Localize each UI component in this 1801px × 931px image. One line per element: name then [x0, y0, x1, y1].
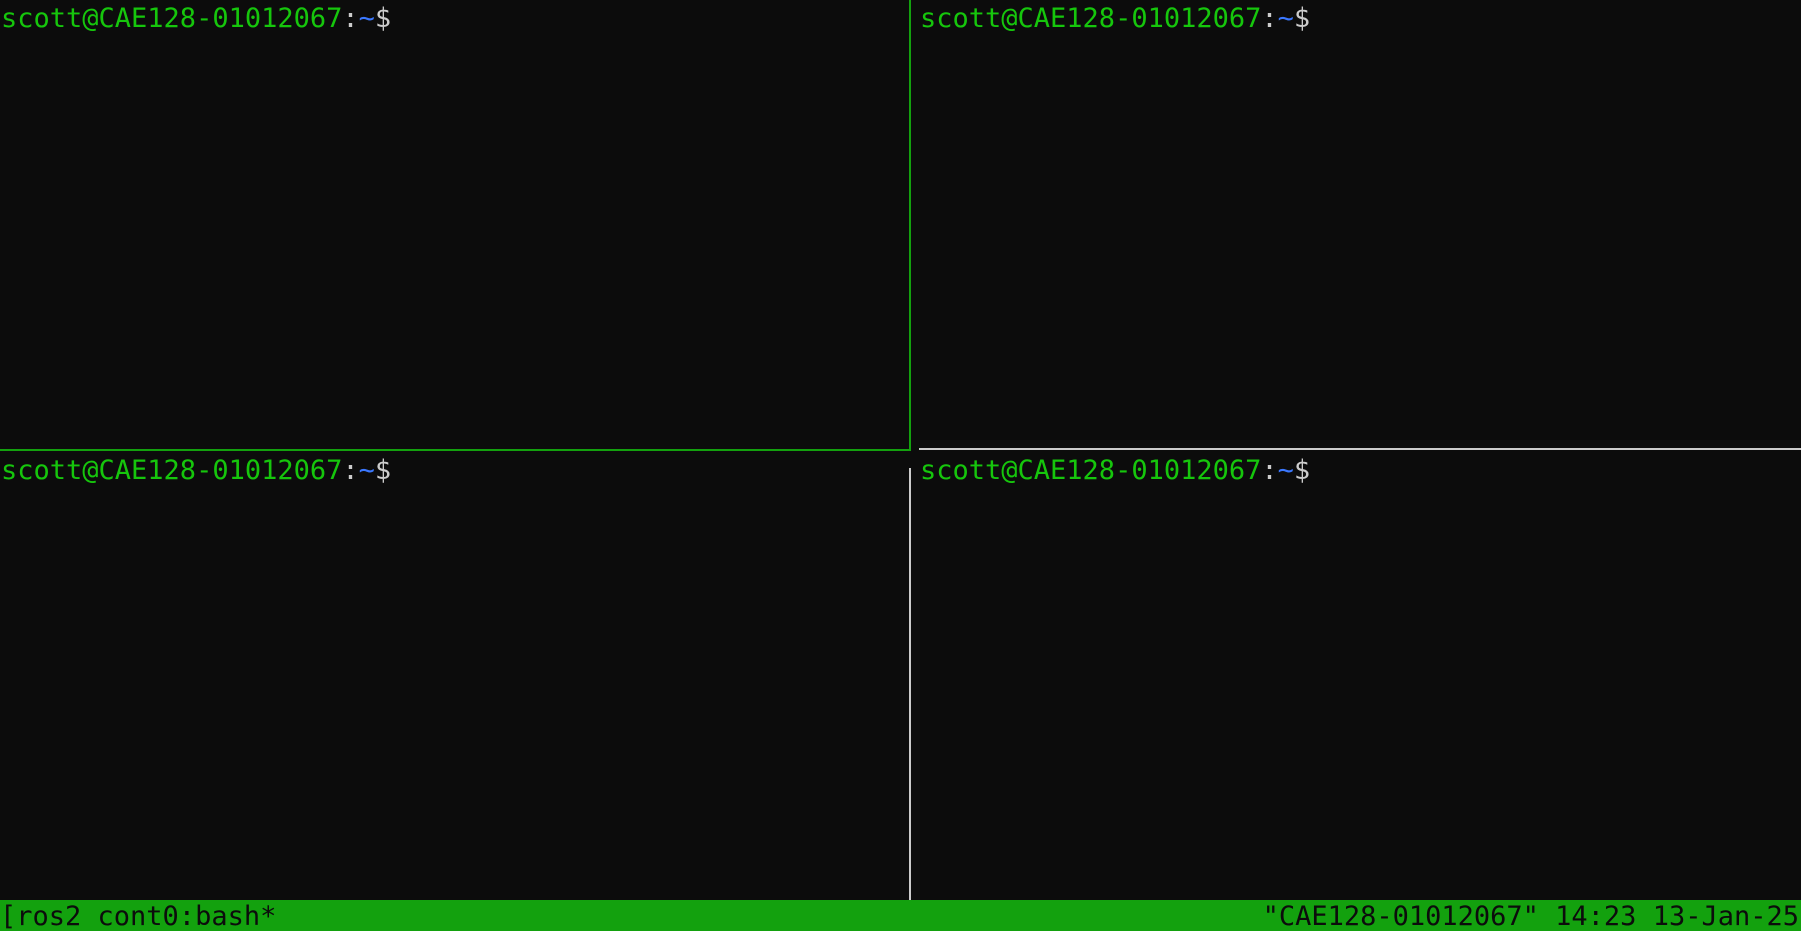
- terminal-pane-top-right[interactable]: scott@CAE128-01012067:~$: [919, 0, 1801, 448]
- prompt-colon: :: [342, 455, 359, 486]
- prompt-dollar: $: [1293, 3, 1311, 34]
- status-session-window[interactable]: [ros2 cont0:bash*: [0, 901, 276, 931]
- prompt-user-host: scott@CAE128-01012067: [1, 455, 343, 486]
- tmux-status-bar: [ros2 cont0:bash* "CAE128-01012067" 14:2…: [0, 900, 1801, 931]
- prompt-dollar: $: [374, 455, 392, 486]
- prompt-colon: :: [1261, 3, 1278, 34]
- prompt-user-host: scott@CAE128-01012067: [920, 3, 1262, 34]
- prompt-path: ~: [358, 3, 375, 34]
- pane-divider-horizontal[interactable]: [919, 448, 1801, 450]
- shell-prompt: scott@CAE128-01012067:~$: [920, 1, 1310, 37]
- terminal-pane-bottom-left[interactable]: scott@CAE128-01012067:~$: [0, 452, 909, 900]
- prompt-colon: :: [1261, 455, 1278, 486]
- shell-prompt: scott@CAE128-01012067:~$: [920, 453, 1310, 489]
- terminal-pane-bottom-right[interactable]: scott@CAE128-01012067:~$: [919, 452, 1801, 900]
- prompt-user-host: scott@CAE128-01012067: [920, 455, 1262, 486]
- shell-prompt: scott@CAE128-01012067:~$: [1, 1, 391, 37]
- pane-divider-horizontal-active[interactable]: [0, 449, 911, 451]
- prompt-path: ~: [1277, 455, 1294, 486]
- prompt-dollar: $: [1293, 455, 1311, 486]
- status-host-time-date: "CAE128-01012067" 14:23 13-Jan-25: [1262, 901, 1799, 931]
- shell-prompt: scott@CAE128-01012067:~$: [1, 453, 391, 489]
- pane-divider-vertical[interactable]: [909, 468, 911, 900]
- prompt-user-host: scott@CAE128-01012067: [1, 3, 343, 34]
- terminal-pane-top-left[interactable]: scott@CAE128-01012067:~$: [0, 0, 909, 450]
- prompt-colon: :: [342, 3, 359, 34]
- prompt-path: ~: [358, 455, 375, 486]
- prompt-path: ~: [1277, 3, 1294, 34]
- pane-divider-vertical-active[interactable]: [909, 0, 911, 451]
- prompt-dollar: $: [374, 3, 392, 34]
